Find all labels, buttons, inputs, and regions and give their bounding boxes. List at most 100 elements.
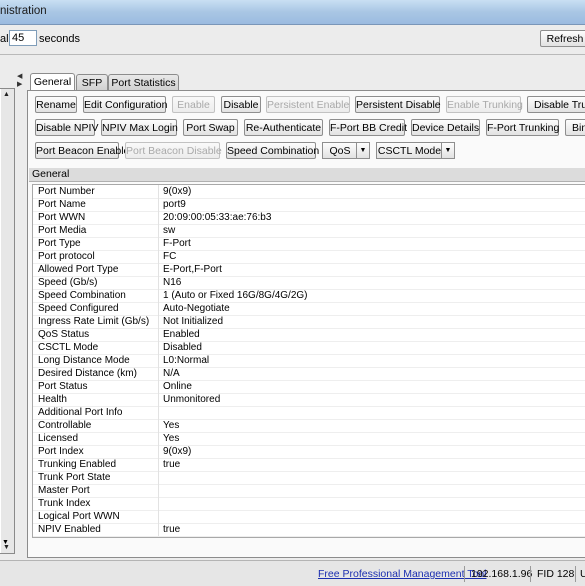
table-row[interactable]: Port Status Online: [33, 380, 585, 394]
column-divider: [158, 419, 159, 432]
qos-dropdown[interactable]: QoS ▼: [322, 142, 370, 159]
scroll-down-icon[interactable]: ▼: [2, 539, 9, 546]
column-divider: [158, 211, 159, 224]
property-name: Additional Port Info: [38, 407, 123, 418]
csctl-mode-dropdown-label: CSCTL Mode: [377, 145, 442, 157]
table-row[interactable]: QoS Status Enabled: [33, 328, 585, 342]
table-row[interactable]: Trunking Enabled true: [33, 458, 585, 472]
refresh-button[interactable]: Refresh: [540, 30, 585, 47]
speed-combination-button[interactable]: Speed Combination: [226, 142, 319, 159]
disable-button[interactable]: Disable: [221, 96, 261, 113]
persistent-disable-button[interactable]: Persistent Disable: [355, 96, 441, 113]
table-row[interactable]: Desired Distance (km) N/A: [33, 367, 585, 381]
property-value: F-Port: [163, 238, 191, 249]
property-name: Controllable: [38, 420, 92, 431]
table-row[interactable]: Trunk Index: [33, 497, 585, 511]
tab-general[interactable]: General: [30, 73, 75, 91]
table-row[interactable]: Port Media sw: [33, 224, 585, 238]
property-value: Yes: [163, 433, 180, 444]
disable-npiv-button[interactable]: Disable NPIV: [35, 119, 98, 136]
table-row[interactable]: Ingress Rate Limit (Gb/s) Not Initialized: [33, 315, 585, 329]
table-row[interactable]: Port Type F-Port: [33, 237, 585, 251]
npiv-max-login-button[interactable]: NPIV Max Login: [101, 119, 178, 136]
port-beacon-disable-button[interactable]: Port Beacon Disable: [125, 142, 222, 159]
f-port-trunking-button[interactable]: F-Port Trunking: [486, 119, 559, 136]
table-row[interactable]: NPIV Enabled true: [33, 523, 585, 537]
status-user: U: [580, 568, 585, 580]
property-name: Logical Port WWN: [38, 511, 120, 522]
table-row[interactable]: Speed Combination 1 (Auto or Fixed 16G/8G…: [33, 289, 585, 303]
scroll-up-icon[interactable]: ▲: [3, 91, 10, 98]
table-row[interactable]: CSCTL Mode Disabled: [33, 341, 585, 355]
property-value: Online: [163, 381, 192, 392]
column-divider: [158, 185, 159, 198]
column-divider: [158, 328, 159, 341]
column-divider: [158, 510, 159, 523]
table-row[interactable]: Allowed Port Type E-Port,F-Port: [33, 263, 585, 277]
property-value: port9: [163, 199, 186, 210]
column-divider: [158, 263, 159, 276]
property-name: Speed Configured: [38, 303, 119, 314]
csctl-mode-dropdown[interactable]: CSCTL Mode ▼: [376, 142, 455, 159]
tab-sfp[interactable]: SFP: [76, 74, 108, 91]
property-value: Disabled: [163, 342, 202, 353]
divider: [0, 54, 585, 55]
property-value: Not Initialized: [163, 316, 224, 327]
column-divider: [158, 380, 159, 393]
property-value: L0:Normal: [163, 355, 210, 366]
table-row[interactable]: Port protocol FC: [33, 250, 585, 264]
property-value: 9(0x9): [163, 186, 192, 197]
table-row[interactable]: Port Name port9: [33, 198, 585, 212]
table-row[interactable]: Speed Configured Auto-Negotiate: [33, 302, 585, 316]
table-row[interactable]: Health Unmonitored: [33, 393, 585, 407]
table-row[interactable]: Trunk Port State: [33, 471, 585, 485]
column-divider: [158, 432, 159, 445]
column-divider: [158, 497, 159, 510]
property-name: Port Status: [38, 381, 88, 392]
status-divider: [575, 566, 576, 582]
port-swap-button[interactable]: Port Swap: [183, 119, 238, 136]
table-row[interactable]: Port Number 9(0x9): [33, 185, 585, 199]
table-row[interactable]: Port Index 9(0x9): [33, 445, 585, 459]
port-beacon-enable-button[interactable]: Port Beacon Enable: [35, 142, 129, 159]
panel-splitter[interactable]: ◀ ▶: [17, 70, 22, 560]
edit-configuration-button[interactable]: Edit Configuration: [83, 96, 167, 113]
property-name: Trunk Port State: [38, 472, 111, 483]
table-row[interactable]: Logical Port WWN: [33, 510, 585, 524]
property-value: N/A: [163, 368, 180, 379]
refresh-interval-input[interactable]: [9, 30, 37, 46]
column-divider: [158, 289, 159, 302]
property-name: Health: [38, 394, 67, 405]
enable-button[interactable]: Enable: [172, 96, 215, 113]
tab-port-statistics[interactable]: Port Statistics: [108, 74, 179, 91]
left-tree-panel[interactable]: ▲ ▼: [0, 88, 15, 554]
left-panel-scrollbar[interactable]: ▲ ▼: [1, 89, 14, 553]
property-name: Port WWN: [38, 212, 86, 223]
table-row[interactable]: Licensed Yes: [33, 432, 585, 446]
table-row[interactable]: Controllable Yes: [33, 419, 585, 433]
persistent-enable-button[interactable]: Persistent Enable: [266, 96, 350, 113]
table-row[interactable]: Long Distance Mode L0:Normal: [33, 354, 585, 368]
property-name: Port Index: [38, 446, 84, 457]
property-name: CSCTL Mode: [38, 342, 99, 353]
disable-trunking-button[interactable]: Disable Trunk: [527, 96, 585, 113]
f-port-bb-credit-button[interactable]: F-Port BB Credit: [329, 119, 407, 136]
re-authenticate-button[interactable]: Re-Authenticate: [244, 119, 323, 136]
device-details-button[interactable]: Device Details: [411, 119, 480, 136]
property-value: 1 (Auto or Fixed 16G/8G/4G/2G): [163, 290, 308, 301]
table-row[interactable]: Master Port: [33, 484, 585, 498]
table-row[interactable]: Port WWN 20:09:00:05:33:ae:76:b3: [33, 211, 585, 225]
property-value: 9(0x9): [163, 446, 192, 457]
binding-button[interactable]: Bin: [565, 119, 585, 136]
property-value: true: [163, 524, 181, 535]
chevron-down-icon[interactable]: ▼: [441, 143, 454, 158]
expand-right-icon[interactable]: ▶: [17, 80, 22, 88]
table-row[interactable]: Additional Port Info: [33, 406, 585, 420]
table-row[interactable]: Speed (Gb/s) N16: [33, 276, 585, 290]
enable-trunking-button[interactable]: Enable Trunking: [446, 96, 523, 113]
rename-button[interactable]: Rename: [35, 96, 77, 113]
column-divider: [158, 393, 159, 406]
collapse-left-icon[interactable]: ◀: [17, 72, 22, 80]
chevron-down-icon[interactable]: ▼: [356, 143, 369, 158]
free-management-tool-link[interactable]: Free Professional Management Tool: [318, 568, 486, 580]
